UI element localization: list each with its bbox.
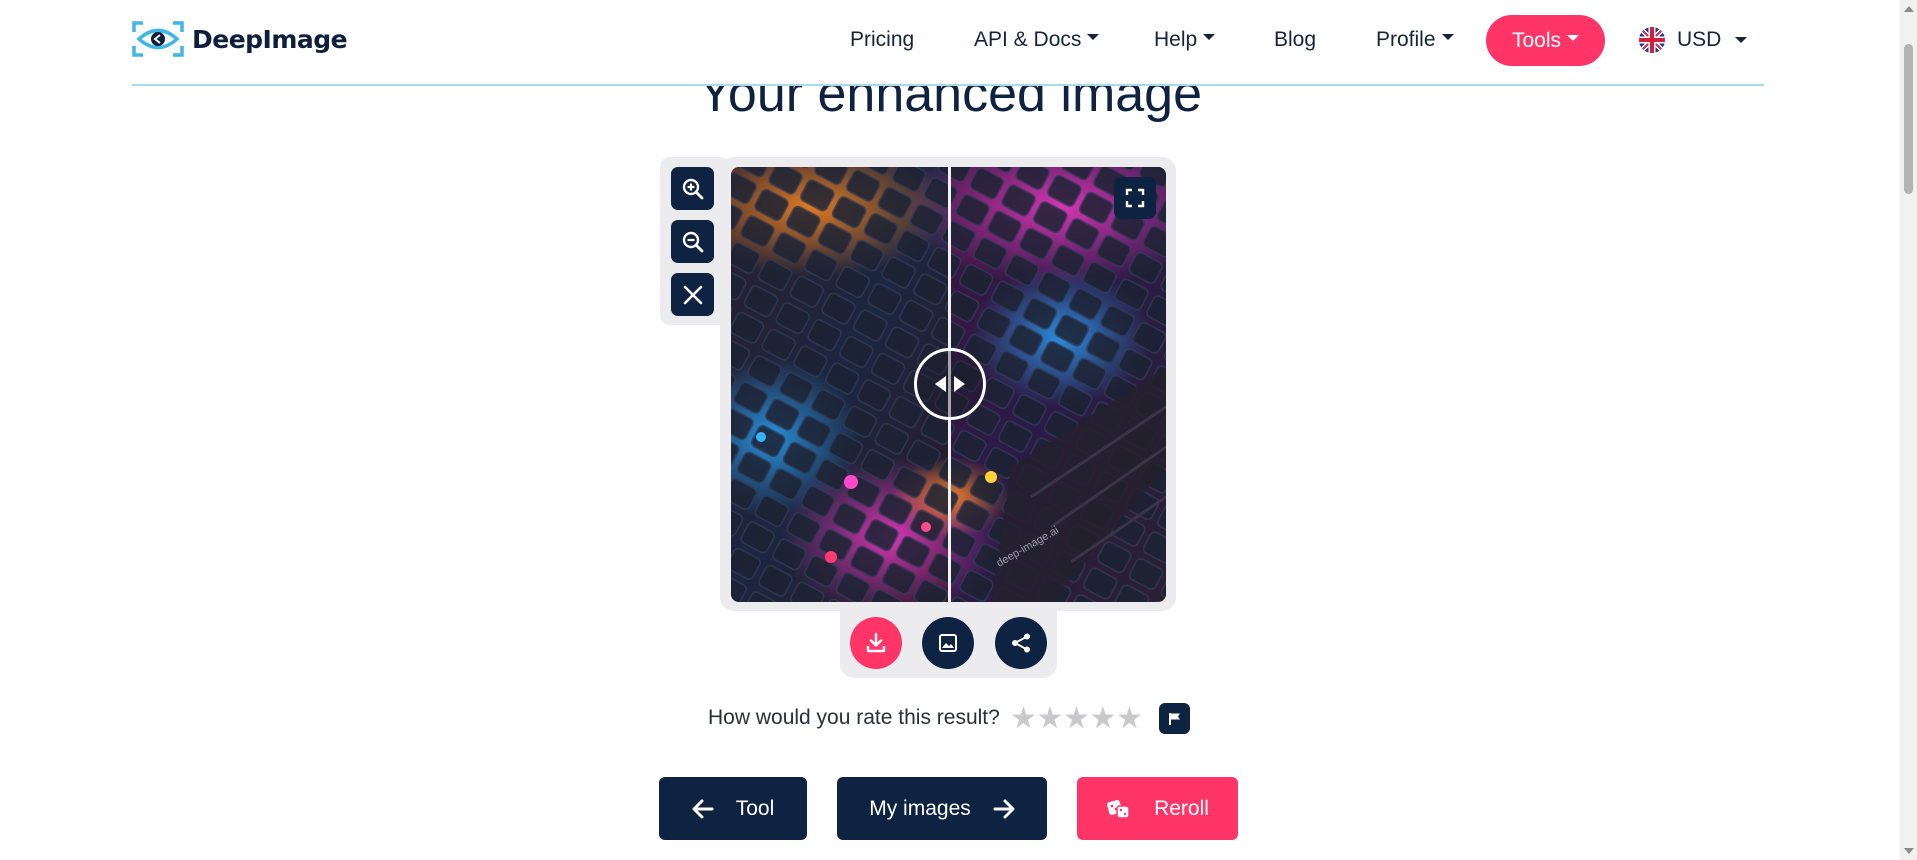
tool-button-label: Tool	[735, 796, 775, 820]
share-button[interactable]	[995, 617, 1047, 669]
fullscreen-button[interactable]	[1114, 177, 1156, 219]
scroll-up-icon[interactable]	[1904, 6, 1914, 12]
arrow-right-icon	[993, 799, 1015, 818]
before-after-comparison[interactable]: deep-image.ai	[731, 167, 1166, 602]
nav-api-docs-label: API & Docs	[974, 28, 1082, 51]
nav-help-label: Help	[1154, 28, 1198, 51]
left-right-arrows-icon	[935, 376, 965, 392]
nav-profile-dropdown[interactable]: Profile	[1376, 20, 1454, 60]
my-images-label: My images	[869, 796, 971, 820]
currency-selector[interactable]: USD	[1639, 20, 1748, 60]
rating-question: How would you rate this result?	[708, 706, 1000, 729]
open-image-button[interactable]	[922, 617, 974, 669]
arrow-left-icon	[692, 799, 714, 818]
fullscreen-icon	[1125, 188, 1145, 208]
scroll-down-icon[interactable]	[1904, 848, 1914, 854]
eye-logo-icon	[132, 21, 184, 57]
close-icon	[683, 285, 702, 304]
caret-down-icon	[1203, 34, 1216, 41]
caret-down-icon	[1441, 34, 1454, 41]
zoom-in-icon	[682, 178, 703, 199]
zoom-out-icon	[682, 231, 703, 252]
nav-help-dropdown[interactable]: Help	[1154, 20, 1216, 60]
nav-blog-label: Blog	[1274, 28, 1317, 51]
tools-dropdown-button[interactable]: Tools	[1486, 15, 1605, 66]
scrollbar-thumb[interactable]	[1904, 44, 1913, 194]
top-navbar: DeepImage Pricing API & Docs Help Blog P…	[0, 0, 1900, 84]
back-to-tool-button[interactable]: Tool	[659, 777, 807, 840]
image-icon	[939, 634, 957, 652]
nav-pricing-link[interactable]: Pricing	[850, 20, 914, 60]
download-button[interactable]	[850, 617, 902, 669]
nav-api-docs-dropdown[interactable]: API & Docs	[974, 20, 1100, 60]
caret-down-icon	[1735, 37, 1748, 43]
reroll-button[interactable]: Reroll	[1077, 777, 1238, 840]
currency-label: USD	[1677, 28, 1722, 51]
report-button[interactable]	[1159, 703, 1190, 734]
tools-label: Tools	[1511, 29, 1562, 52]
nav-pricing-label: Pricing	[850, 28, 915, 51]
flag-icon	[1168, 712, 1180, 725]
brand-logo[interactable]: DeepImage	[132, 20, 348, 58]
nav-profile-label: Profile	[1376, 28, 1436, 51]
download-icon	[866, 632, 886, 653]
star-1-icon[interactable]: ★	[1010, 700, 1037, 738]
star-4-icon[interactable]: ★	[1090, 700, 1117, 738]
page-scrollbar[interactable]	[1900, 0, 1917, 860]
star-2-icon[interactable]: ★	[1037, 700, 1064, 738]
share-icon	[1012, 633, 1030, 653]
brand-name: DeepImage	[192, 24, 348, 54]
star-3-icon[interactable]: ★	[1063, 700, 1090, 738]
zoom-in-button[interactable]	[671, 167, 714, 210]
header-divider	[132, 84, 1764, 86]
close-viewer-button[interactable]	[671, 273, 714, 316]
rating-stars: ★ ★ ★ ★ ★	[1010, 700, 1143, 738]
star-5-icon[interactable]: ★	[1116, 700, 1143, 738]
caret-down-icon	[1087, 34, 1100, 41]
nav-blog-link[interactable]: Blog	[1274, 20, 1316, 60]
uk-flag-icon	[1639, 27, 1665, 53]
comparison-slider-handle[interactable]	[914, 348, 986, 420]
zoom-out-button[interactable]	[671, 220, 714, 263]
caret-down-icon	[1567, 35, 1580, 42]
dice-icon	[1107, 799, 1130, 819]
my-images-button[interactable]: My images	[837, 777, 1047, 840]
reroll-label: Reroll	[1154, 796, 1209, 820]
